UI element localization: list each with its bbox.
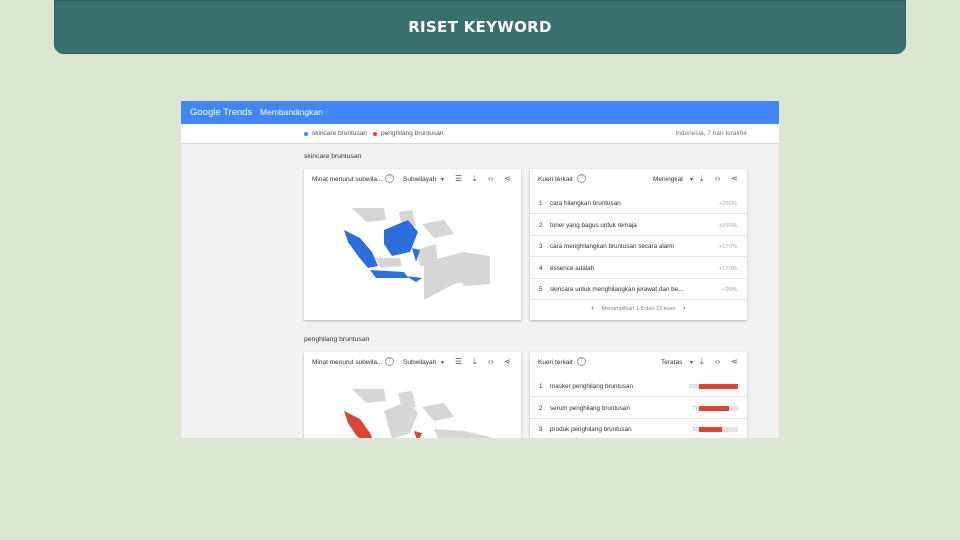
nav-title: Membandingkan [260, 107, 323, 117]
card-title: Minat menurut subwila... [312, 359, 383, 366]
term-skincare-bruntusan[interactable]: skincare bruntusan [304, 130, 367, 137]
query-row[interactable]: 2 serum penghilang bruntusan 76 [530, 397, 747, 419]
embed-icon[interactable]: ‹› [488, 174, 493, 184]
download-icon[interactable]: ⤓ [473, 357, 477, 367]
chevron-right-icon[interactable]: › [683, 303, 686, 312]
google-trends-screenshot: Google Trends Membandingkan skincare bru… [181, 101, 779, 438]
embed-icon[interactable]: ‹› [715, 357, 720, 367]
slide-banner: RISET KEYWORD [54, 0, 906, 54]
section-title-penghilang: penghilang bruntusan [304, 336, 370, 343]
download-icon[interactable]: ⤓ [700, 174, 704, 184]
share-icon[interactable]: ⋖ [504, 174, 511, 184]
query-pager: ‹ Menampilkan 1-5 dari 13 kueri › [530, 303, 747, 312]
query-row[interactable]: 1 masker penghilang bruntusan 100 [530, 375, 747, 397]
help-icon[interactable]: ? [385, 357, 394, 366]
help-icon[interactable]: ? [577, 357, 586, 366]
embed-icon[interactable]: ‹› [715, 174, 720, 184]
query-text: cara menghilangkan bruntusan secara alam… [550, 243, 674, 250]
query-bar [699, 406, 738, 411]
map-base [352, 389, 490, 438]
card-title: Kueri terkait [538, 359, 573, 366]
slide-title: RISET KEYWORD [408, 18, 552, 36]
query-row[interactable]: 2 toner yang bagus untuk remaja +250% [530, 214, 747, 236]
query-row[interactable]: 3 cara menghilangkan bruntusan secara al… [530, 235, 747, 257]
card-header: Minat menurut subwila... ? Subwilayah ▼ … [304, 352, 521, 373]
pager-text: Menampilkan 1-5 dari 13 kueri [601, 306, 676, 312]
blue-dot-icon [304, 131, 308, 136]
caret-down-icon[interactable]: ▼ [440, 360, 445, 366]
help-icon[interactable]: ? [577, 174, 586, 183]
query-rank: 2 [539, 222, 543, 229]
caret-down-icon[interactable]: ▼ [440, 177, 445, 183]
query-row[interactable]: 4 essence adalah +170% [530, 257, 747, 279]
term-label: skincare bruntusan [312, 130, 367, 137]
query-rank: 1 [539, 383, 543, 390]
query-text: serum penghilang bruntusan [550, 405, 630, 412]
interest-by-subregion-card: Minat menurut subwila... ? Subwilayah ▼ … [304, 169, 521, 320]
query-value: +250% [718, 201, 737, 207]
query-bar [699, 384, 738, 389]
term-penghilang-bruntusan[interactable]: penghilang bruntusan [373, 130, 444, 137]
subregion-select[interactable]: Subwilayah [403, 176, 436, 183]
card-title: Minat menurut subwila... [312, 176, 383, 183]
indonesia-map [344, 389, 490, 438]
query-row[interactable]: 5 skincare untuk menghilangkan jerawat d… [530, 278, 747, 300]
card-header: Minat menurut subwila... ? Subwilayah ▼ … [304, 169, 521, 190]
query-value: +170% [718, 266, 737, 272]
indonesia-map [344, 208, 490, 300]
section-title-skincare: skincare bruntusan [304, 153, 362, 160]
query-rank: 1 [539, 200, 543, 207]
trends-topbar: Google Trends Membandingkan [181, 101, 779, 124]
logo-trends: Trends [223, 107, 253, 118]
list-icon[interactable]: ☰ [455, 357, 462, 367]
query-text: skincare untuk menghilangkan jerawat dan… [550, 286, 684, 293]
query-text: masker penghilang bruntusan [550, 383, 633, 390]
query-value: 100 [689, 384, 699, 390]
chevron-left-icon[interactable]: ‹ [591, 303, 594, 312]
rising-select[interactable]: Meningkat [653, 176, 683, 183]
query-value: +250% [718, 223, 737, 229]
share-icon[interactable]: ⋖ [731, 174, 738, 184]
card-header: Kueri terkait ? Meningkat ▼ ⤓ ‹› ⋖ [530, 169, 747, 190]
share-icon[interactable]: ⋖ [731, 357, 738, 367]
region-time-filter[interactable]: Indonesia, 7 hari terakhir [675, 130, 747, 137]
embed-icon[interactable]: ‹› [488, 357, 493, 367]
caret-down-icon[interactable]: ▼ [689, 360, 694, 366]
google-trends-logo[interactable]: Google Trends [190, 107, 252, 118]
query-rank: 5 [539, 286, 543, 293]
compare-terms-bar: skincare bruntusan penghilang bruntusan … [181, 124, 779, 144]
caret-down-icon[interactable]: ▼ [689, 177, 694, 183]
card-header: Kueri terkait ? Teratas ▼ ⤓ ‹› ⋖ [530, 352, 747, 373]
query-text: essence adalah [550, 265, 595, 272]
query-bar [699, 427, 738, 432]
subregion-select[interactable]: Subwilayah [403, 359, 436, 366]
related-queries-card: Kueri terkait ? Teratas ▼ ⤓ ‹› ⋖ 1 maske… [530, 352, 747, 438]
query-value: +90% [722, 287, 737, 293]
top-select[interactable]: Teratas [661, 359, 682, 366]
card-title: Kueri terkait [538, 176, 573, 183]
query-rank: 2 [539, 405, 543, 412]
term-label: penghilang bruntusan [381, 130, 444, 137]
query-row[interactable]: 1 cara hilangkan bruntusan +250% [530, 192, 747, 214]
red-dot-icon [373, 131, 377, 136]
download-icon[interactable]: ⤓ [473, 174, 477, 184]
logo-google: Google [190, 107, 221, 118]
query-rank: 4 [539, 265, 543, 272]
query-rank: 3 [539, 243, 543, 250]
query-row[interactable]: 3 produk penghilang bruntusan 59 [530, 418, 747, 438]
query-text: cara hilangkan bruntusan [550, 200, 621, 207]
help-icon[interactable]: ? [385, 174, 394, 183]
query-text: produk penghilang bruntusan [550, 426, 632, 433]
download-icon[interactable]: ⤓ [700, 357, 704, 367]
share-icon[interactable]: ⋖ [504, 357, 511, 367]
interest-by-subregion-card: Minat menurut subwila... ? Subwilayah ▼ … [304, 352, 521, 438]
query-value: +170% [718, 244, 737, 250]
map-highlight [344, 220, 422, 282]
related-queries-card: Kueri terkait ? Meningkat ▼ ⤓ ‹› ⋖ 1 car… [530, 169, 747, 320]
query-text: toner yang bagus untuk remaja [550, 222, 637, 229]
query-rank: 3 [539, 426, 543, 433]
list-icon[interactable]: ☰ [455, 174, 462, 184]
